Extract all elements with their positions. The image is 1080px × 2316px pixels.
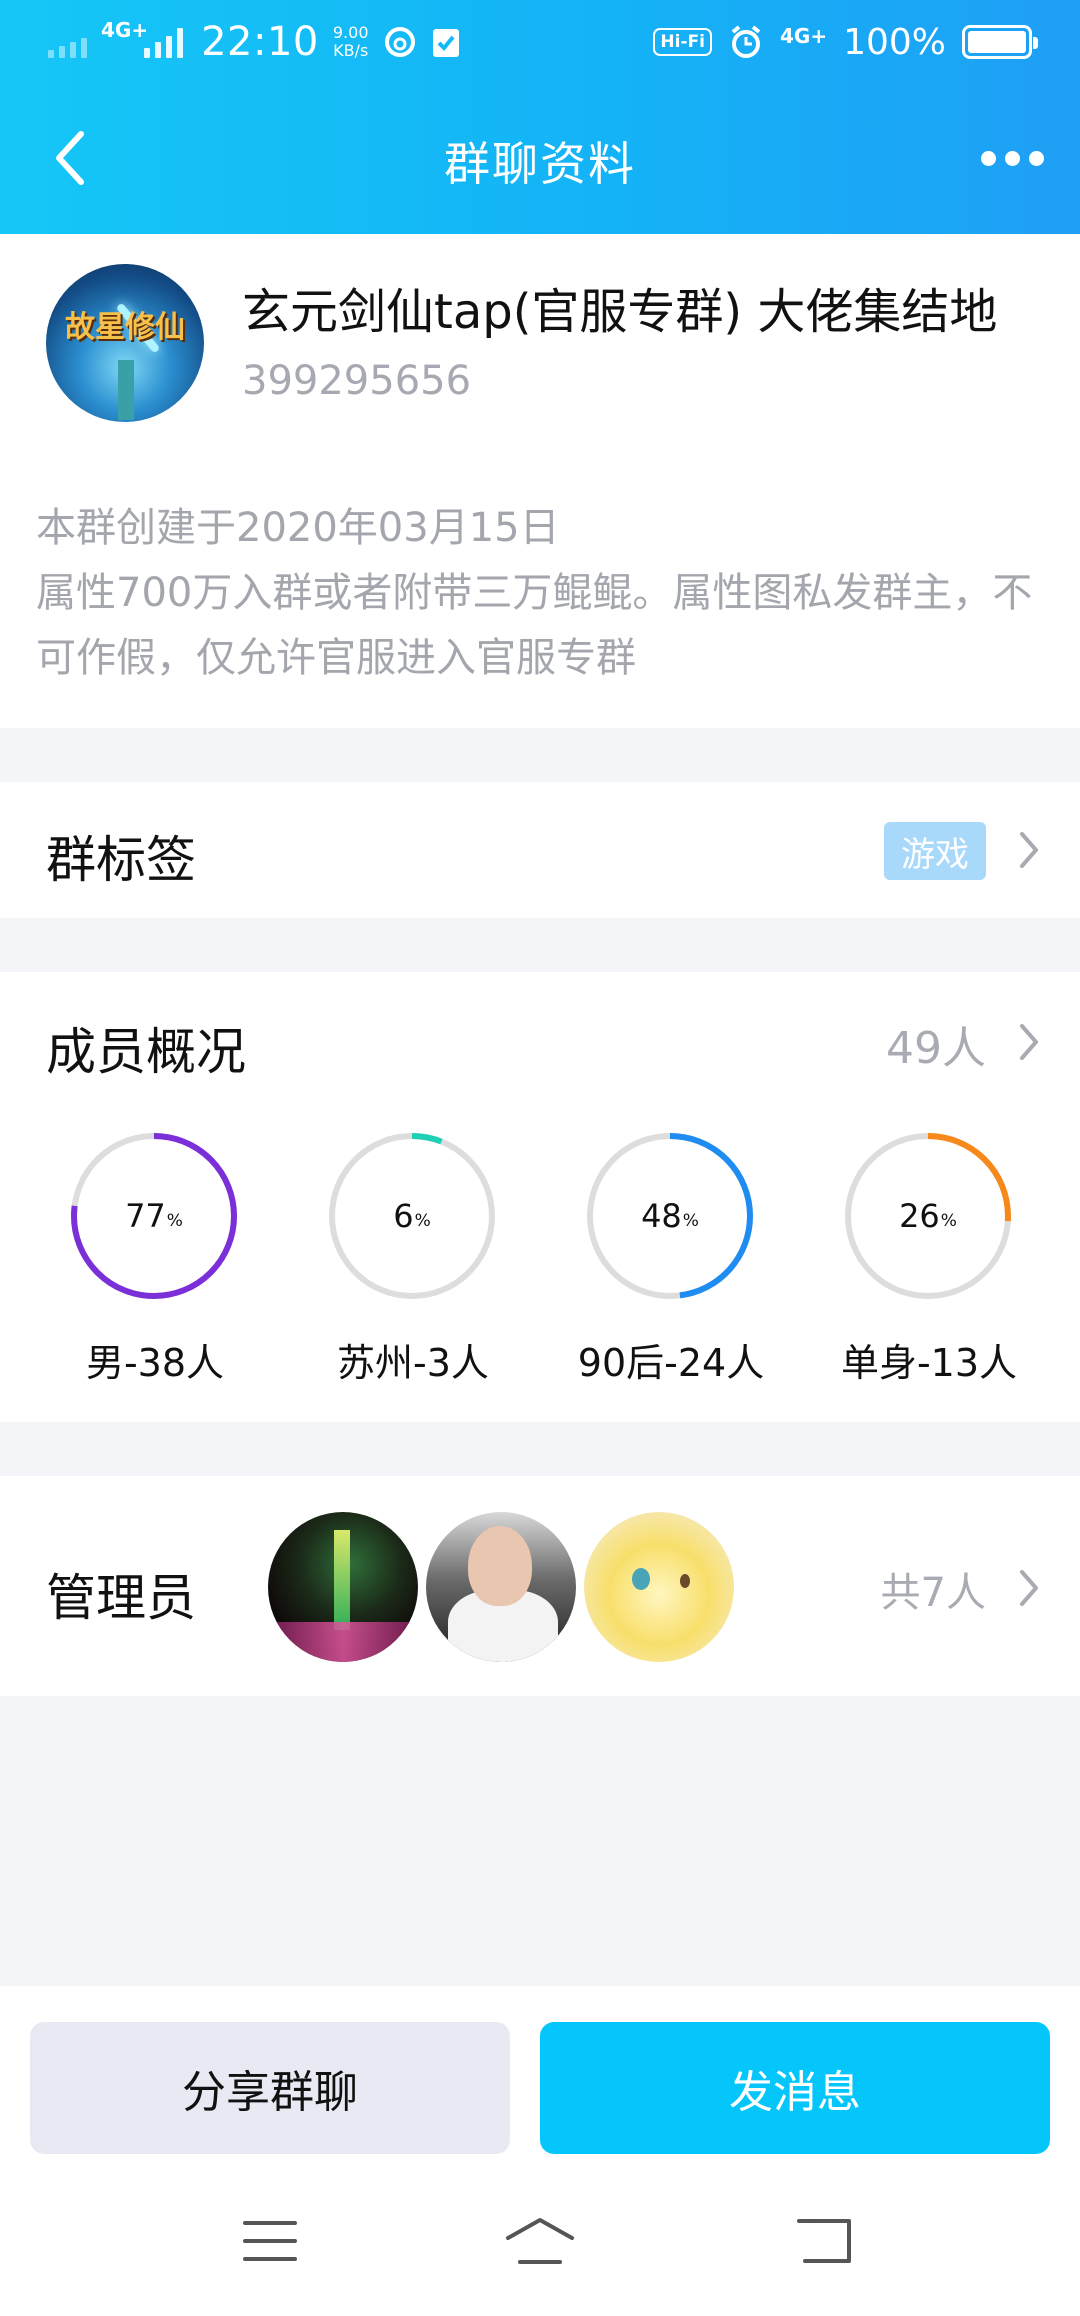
group-description: 本群创建于2020年03月15日 属性700万入群或者附带三万鲲鲲。属性图私发群… [36,496,1046,691]
task-check-icon [432,29,459,57]
avatar[interactable] [584,1512,734,1662]
network-type-2: 4G+ [779,24,828,48]
action-bar: 分享群聊 发消息 [0,1986,1080,2162]
chevron-right-icon [1020,1024,1038,1060]
battery-percent: 100% [843,21,946,63]
stat-city: 6% 苏州-3人 [268,1132,528,1392]
member-stats: 77% 男-38人 6% 苏州-3人 48% 90后-24人 26% 单身-13… [0,1132,1080,1392]
more-dots-icon [980,150,996,166]
stat-percent: 48% [641,1197,699,1235]
send-message-button[interactable]: 发消息 [540,2022,1050,2154]
avatar[interactable] [268,1512,418,1662]
back-icon [797,2219,851,2263]
admins-title: 管理员 [46,1569,196,1627]
clock: 22:10 [201,19,319,65]
group-created-date: 本群创建于2020年03月15日 [36,505,560,551]
status-right: Hi-Fi 4G+ 100% [653,18,1038,66]
group-rules: 属性700万入群或者附带三万鲲鲲。属性图私发群主，不可作假，仅允许官服进入官服专… [36,570,1033,681]
chevron-right-icon [1020,1570,1038,1606]
stat-gender: 77% 男-38人 [10,1132,270,1392]
stat-label: 男-38人 [85,1341,225,1385]
menu-button[interactable] [210,2196,330,2286]
nav-bar: 群聊资料 [0,100,1080,220]
network-type: 4G+ [101,18,149,42]
member-overview-card[interactable]: 成员概况 49人 77% 男-38人 6% 苏州-3人 48% 90后-24人 … [0,972,1080,1422]
group-tags-title: 群标签 [46,831,196,889]
stat-single: 26% 单身-13人 [784,1132,1044,1392]
alarm-icon [731,25,761,58]
avatar[interactable] [426,1512,576,1662]
stat-percent: 77% [125,1197,183,1235]
group-avatar-logo: 故星修仙 [65,310,185,345]
group-name: 玄元剑仙tap(官服专群) 大佬集结地 [242,284,998,340]
member-count: 49人 [886,1023,986,1074]
net-speed: 9.00 KB/s [332,23,369,60]
stat-label: 单身-13人 [840,1341,1018,1385]
group-id: 399295656 [242,358,472,404]
menu-icon [243,2221,297,2261]
stat-percent: 6% [393,1197,431,1235]
system-nav-bar [0,2162,1080,2316]
tag-badge: 游戏 [884,822,986,880]
home-button[interactable] [480,2196,600,2286]
chevron-right-icon [1020,832,1038,868]
signal-icon [48,26,87,58]
admin-total: 共7人 [880,1570,986,1616]
more-button[interactable] [972,126,1052,190]
stat-age: 48% 90后-24人 [526,1132,786,1392]
home-icon [506,2218,574,2264]
battery-icon [962,25,1038,59]
page-title: 群聊资料 [444,137,636,191]
admins-row[interactable]: 管理员 共7人 [0,1476,1080,1696]
stat-label: 90后-24人 [577,1341,765,1385]
group-avatar[interactable]: 故星修仙 [46,264,204,422]
back-nav-button[interactable] [764,2196,884,2286]
signal-icon [144,26,184,58]
group-tags-row[interactable]: 群标签 游戏 [0,782,1080,918]
status-left: 4G+ 22:10 9.00 KB/s [48,18,461,66]
netease-music-icon [384,27,415,57]
hifi-badge: Hi-Fi [653,28,712,56]
admin-avatars [268,1512,734,1662]
member-overview-title: 成员概况 [46,1023,246,1081]
share-group-button[interactable]: 分享群聊 [30,2022,510,2154]
stat-percent: 26% [899,1197,957,1235]
group-info-card: 故星修仙 玄元剑仙tap(官服专群) 大佬集结地 399295656 本群创建于… [0,234,1080,728]
stat-label: 苏州-3人 [337,1341,489,1385]
header: 4G+ 22:10 9.00 KB/s Hi-Fi 4G+ 100% 群聊资料 [0,0,1080,234]
status-bar: 4G+ 22:10 9.00 KB/s Hi-Fi 4G+ 100% [0,0,1080,84]
